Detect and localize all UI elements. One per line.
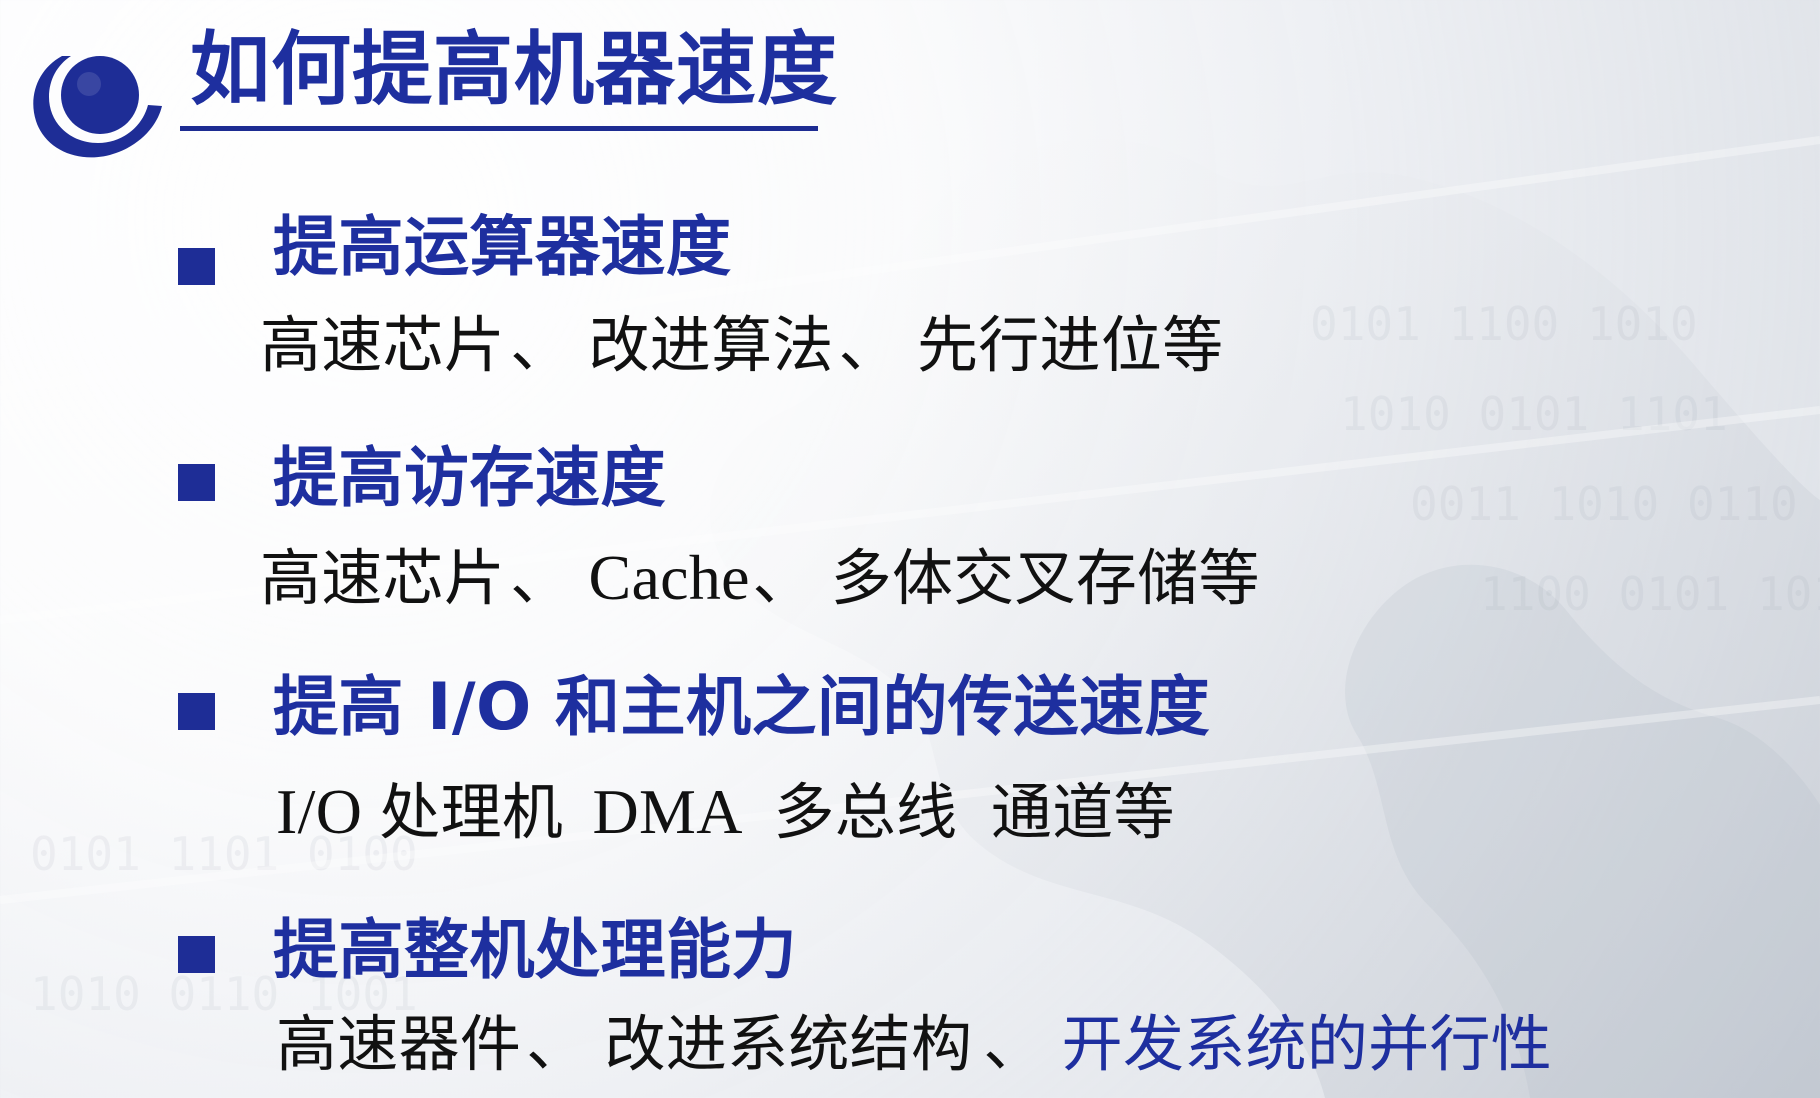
item-heading: 提高运算器速度 [273, 210, 732, 285]
detail-text: 高速器件 [276, 1009, 522, 1080]
detail-separator: 、 [838, 310, 900, 381]
speed-item-memory-access: 提高访存速度 高速芯片、 Cache、 多体交叉存储等 [0, 440, 1820, 650]
detail-text: 通道等 [990, 777, 1175, 848]
bullet-square-icon [178, 693, 215, 730]
page-title: 如何提高机器速度 [190, 23, 838, 116]
detail-text: Cache [588, 542, 750, 613]
detail-separator: 、 [510, 310, 572, 381]
item-detail: I/O 处理机 DMA 多总线 通道等 [276, 774, 1175, 851]
detail-text: 高速芯片 [260, 310, 506, 381]
detail-separator: 、 [510, 543, 572, 614]
detail-text: 高速芯片 [260, 543, 506, 614]
item-detail: 高速器件、 改进系统结构、开发系统的并行性 [276, 1007, 1552, 1083]
bullet-square-icon [178, 936, 215, 973]
detail-text: 处理机 [379, 777, 564, 848]
item-detail: 高速芯片、 Cache、 多体交叉存储等 [260, 540, 1260, 617]
detail-text: 多总线 [773, 777, 958, 848]
title-underline [180, 126, 818, 131]
bullet-square-icon [178, 248, 215, 285]
item-detail: 高速芯片、 改进算法、 先行进位等 [260, 308, 1223, 384]
detail-separator: 、 [752, 543, 814, 614]
detail-separator: 、 [983, 1009, 1045, 1080]
blue-circle-emblem-icon [33, 56, 163, 158]
detail-highlight: 开发系统的并行性 [1061, 1009, 1553, 1080]
item-heading: 提高访存速度 [273, 441, 667, 516]
speed-item-io-transfer: 提高 I/O 和主机之间的传送速度 I/O 处理机 DMA 多总线 通道等 [0, 670, 1820, 883]
detail-text: 多体交叉存储等 [830, 543, 1260, 614]
item-heading: 提高 I/O 和主机之间的传送速度 [273, 670, 1210, 745]
detail-text: I/O [276, 776, 363, 847]
item-heading: 提高整机处理能力 [273, 913, 798, 988]
speed-item-whole-machine: 提高整机处理能力 高速器件、 改进系统结构、开发系统的并行性 [0, 906, 1820, 1098]
detail-text: DMA [592, 776, 743, 847]
detail-text: 改进系统结构 [604, 1009, 973, 1080]
detail-text: 改进算法 [588, 310, 834, 381]
detail-text: 先行进位等 [916, 310, 1224, 381]
detail-separator: 、 [526, 1009, 588, 1080]
bullet-square-icon [178, 464, 215, 501]
speed-item-arithmetic-unit: 提高运算器速度 高速芯片、 改进算法、 先行进位等 [0, 205, 1820, 415]
